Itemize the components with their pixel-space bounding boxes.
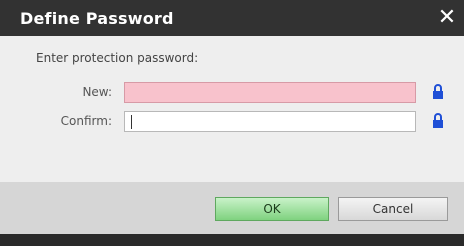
confirm-password-field[interactable] (124, 111, 416, 132)
define-password-dialog: Define Password ✕ Enter protection passw… (0, 0, 464, 246)
ok-button[interactable]: OK (215, 197, 329, 221)
title-bar: Define Password ✕ (0, 0, 464, 36)
new-password-label: New: (82, 85, 112, 99)
text-cursor (131, 115, 132, 129)
cancel-button[interactable]: Cancel (338, 197, 448, 221)
confirm-password-label: Confirm: (60, 114, 112, 128)
lock-icon (433, 84, 443, 99)
dialog-title: Define Password (20, 9, 174, 28)
window-bottom-edge (0, 234, 464, 246)
close-icon[interactable]: ✕ (430, 0, 464, 36)
lock-icon (433, 113, 443, 128)
new-password-field[interactable] (124, 82, 416, 103)
password-prompt: Enter protection password: (36, 51, 199, 65)
